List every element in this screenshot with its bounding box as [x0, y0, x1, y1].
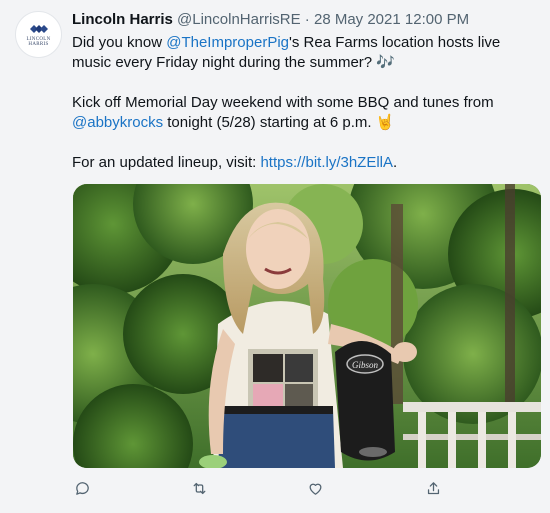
author-name[interactable]: Lincoln Harris — [72, 11, 173, 28]
like-button[interactable] — [305, 478, 325, 498]
author-handle[interactable]: @LincolnHarrisRE — [177, 11, 301, 28]
tweet-timestamp[interactable]: 28 May 2021 12:00 PM — [314, 11, 469, 28]
header-separator: · — [300, 11, 314, 28]
retweet-icon — [193, 482, 205, 494]
tweet-card: LINCOLN HARRIS Lincoln Harris @LincolnHa… — [0, 0, 550, 513]
lincoln-harris-logo-icon — [29, 25, 48, 33]
retweet-button[interactable] — [189, 478, 209, 498]
lineup-link[interactable]: https://bit.ly/3hZEllA — [260, 154, 393, 171]
svg-text:Gibson: Gibson — [352, 360, 379, 370]
tweet-actions — [72, 478, 452, 498]
tweet-paragraph-1: Did you know @TheImproperPig's Rea Farms… — [72, 34, 501, 71]
avatar[interactable]: LINCOLN HARRIS — [15, 11, 62, 58]
tweet-paragraph-2: Kick off Memorial Day weekend with some … — [72, 94, 494, 131]
share-icon — [427, 481, 439, 494]
tweet-text: Did you know @TheImproperPig's Rea Farms… — [72, 33, 542, 173]
share-button[interactable] — [423, 478, 443, 498]
avatar-logo-text: LINCOLN HARRIS — [26, 37, 51, 47]
reply-icon — [75, 481, 89, 495]
tweet-photo[interactable]: Gibson — [73, 184, 541, 468]
tweet-content: Lincoln Harris @LincolnHarrisRE · 28 May… — [72, 10, 542, 173]
tweet-header: Lincoln Harris @LincolnHarrisRE · 28 May… — [72, 10, 542, 30]
photo-woman-with-guitar-case: Gibson — [73, 184, 541, 468]
reply-button[interactable] — [72, 478, 92, 498]
mention-theimproperpig[interactable]: @TheImproperPig — [166, 34, 289, 51]
heart-icon — [309, 483, 321, 495]
tweet-paragraph-3: For an updated lineup, visit: https://bi… — [72, 154, 398, 171]
mention-abbykrocks[interactable]: @abbykrocks — [72, 114, 163, 131]
